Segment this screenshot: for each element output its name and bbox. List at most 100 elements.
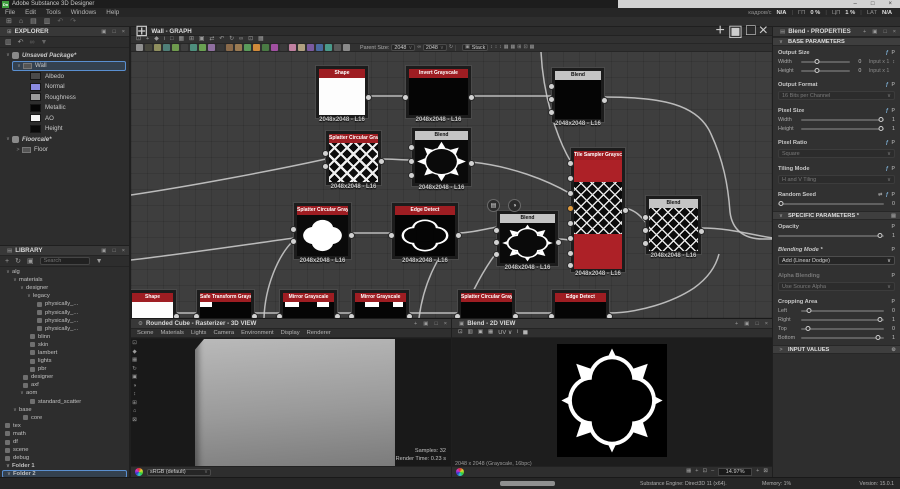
input-port[interactable] <box>493 227 500 234</box>
opacity-slider[interactable] <box>778 235 884 237</box>
close-icon[interactable]: × <box>444 321 447 327</box>
view3d-tool-icon[interactable]: ◑ <box>133 384 136 390</box>
input-port[interactable] <box>408 158 415 165</box>
menu-scene[interactable]: Scene <box>137 330 153 336</box>
float-icon[interactable]: ▣ <box>872 29 877 35</box>
maximize-icon[interactable]: □ <box>755 321 758 327</box>
save-image-icon[interactable]: ▥ <box>468 330 473 336</box>
library-item[interactable]: axf <box>0 381 129 389</box>
library-item[interactable]: lights <box>0 357 129 365</box>
zoom-in-icon[interactable]: + <box>756 469 759 475</box>
section-input-values[interactable]: > INPUT VALUES ⚙ <box>773 345 900 354</box>
node-palette-icon[interactable] <box>334 44 341 51</box>
new-package-icon[interactable]: ⊞ <box>6 18 12 25</box>
output-port[interactable] <box>378 158 385 165</box>
frame-icon[interactable]: ⊡ <box>136 37 141 43</box>
crop-left-slider[interactable] <box>801 310 884 312</box>
output-port[interactable] <box>406 313 413 318</box>
output-port[interactable] <box>348 232 355 239</box>
close-button[interactable]: × <box>888 1 892 7</box>
pixel-ratio-select[interactable]: Square∨ <box>778 149 895 158</box>
tree-item-output-albedo[interactable]: Albedo <box>0 71 129 82</box>
library-item[interactable]: ∨aom <box>0 389 129 397</box>
input-port[interactable] <box>642 240 649 247</box>
redo-icon[interactable]: ↷ <box>70 18 76 25</box>
library-item[interactable]: physically_... <box>0 317 129 325</box>
undo-icon[interactable]: ↶ <box>57 18 63 25</box>
width-slider[interactable] <box>801 61 850 63</box>
output-port[interactable] <box>698 228 705 235</box>
input-port[interactable] <box>642 214 649 221</box>
input-port[interactable] <box>567 190 574 197</box>
view3d-tool-icon[interactable]: ▦ <box>132 358 137 364</box>
refresh-icon[interactable]: ↻ <box>15 258 21 265</box>
save-icon[interactable]: ▥ <box>5 39 12 46</box>
input-port[interactable] <box>276 313 283 318</box>
library-item[interactable]: blinn <box>0 333 129 341</box>
color-profile-icon[interactable] <box>456 468 464 476</box>
input-port[interactable] <box>642 227 649 234</box>
copy-image-icon[interactable]: ▣ <box>478 330 483 336</box>
expose-icon[interactable]: ƒ <box>886 108 889 114</box>
preset-icon[interactable]: P <box>892 108 895 114</box>
input-port[interactable] <box>322 163 329 170</box>
expose-icon[interactable]: ƒ <box>886 192 889 198</box>
snap-icon[interactable]: ▦ <box>530 45 535 50</box>
expose-icon[interactable]: ƒ <box>886 82 889 88</box>
node-palette-icon[interactable] <box>208 44 215 51</box>
view3d-tool-icon[interactable]: ↻ <box>132 367 137 373</box>
node-palette-icon[interactable] <box>154 44 161 51</box>
tree-item-graph-floor[interactable]: > Floor <box>0 145 129 156</box>
view3d-viewport[interactable]: ⊡ ◆ ▦ ↻ ▣ ◑ ↕ ⊞ ⌂ ⊠ Samples: 32 Render T… <box>131 339 452 467</box>
output-port[interactable] <box>468 94 475 101</box>
library-item[interactable]: ∨legacy <box>0 292 129 300</box>
close-icon[interactable]: × <box>759 22 768 40</box>
float-icon[interactable]: ▣ <box>728 21 743 41</box>
maximize-icon[interactable]: □ <box>746 22 756 40</box>
home-icon[interactable]: ⌂ <box>19 18 23 25</box>
node-palette-icon[interactable] <box>217 44 224 51</box>
input-port[interactable] <box>348 313 355 318</box>
library-item[interactable]: ∨alg <box>0 268 129 276</box>
node-palette-icon[interactable] <box>262 44 269 51</box>
search-input[interactable] <box>40 257 90 265</box>
tree-item-output-roughness[interactable]: Roughness <box>0 92 129 103</box>
lock-zoom-icon[interactable]: ⊠ <box>763 469 768 475</box>
input-port[interactable] <box>567 262 574 269</box>
alpha-blending-select[interactable]: Use Source Alpha∨ <box>778 282 895 291</box>
node-blend[interactable]: Blend 2048x2048 - L16 <box>412 128 471 186</box>
tree-item-output-ao[interactable]: AO <box>0 113 129 124</box>
view3d-tool-icon[interactable]: ⊡ <box>132 341 137 347</box>
library-item[interactable]: ∨base <box>0 406 129 414</box>
link-create-icon[interactable]: ⊞ <box>189 37 194 43</box>
view3d-tool-icon[interactable]: ⊠ <box>132 418 137 424</box>
reset-size-icon[interactable]: ↻ <box>449 45 453 50</box>
view2d-viewport[interactable] <box>452 339 773 461</box>
output-port[interactable] <box>606 313 613 318</box>
menu-display[interactable]: Display <box>281 330 300 336</box>
library-item[interactable]: debug <box>0 454 129 462</box>
zoom-out-icon[interactable]: – <box>711 469 714 475</box>
output-format-select[interactable]: 16 Bits per Channel∨ <box>778 91 895 100</box>
expose-icon[interactable]: ƒ <box>886 50 889 56</box>
expose-icon[interactable]: ƒ <box>886 166 889 172</box>
preset-icon[interactable]: P <box>892 247 895 253</box>
node-blend[interactable]: Blend 2048x2048 - L16 <box>552 68 604 122</box>
filter-icon[interactable]: ▼ <box>41 39 48 46</box>
uv-select[interactable]: UV ∨ <box>498 330 512 336</box>
library-item[interactable]: physically_... <box>0 325 129 333</box>
blending-mode-select[interactable]: Add (Linear Dodge)∨ <box>778 256 895 265</box>
pixel-height-slider[interactable] <box>801 128 884 130</box>
distribute-h-icon[interactable]: ▦ <box>504 45 509 50</box>
input-port[interactable] <box>322 150 329 157</box>
input-port[interactable] <box>548 96 555 103</box>
crop-bottom-slider[interactable] <box>801 337 884 339</box>
snapshot-icon[interactable]: ◆ <box>154 37 158 43</box>
library-item[interactable]: lambert <box>0 349 129 357</box>
zoom-icon[interactable]: □ <box>170 37 174 43</box>
output-port[interactable] <box>468 160 475 167</box>
menu-materials[interactable]: Materials <box>160 330 184 336</box>
tree-item-output-metallic[interactable]: Metallic <box>0 103 129 114</box>
preset-icon[interactable]: P <box>892 166 895 172</box>
link-size-icon[interactable]: ∞ <box>417 45 421 50</box>
